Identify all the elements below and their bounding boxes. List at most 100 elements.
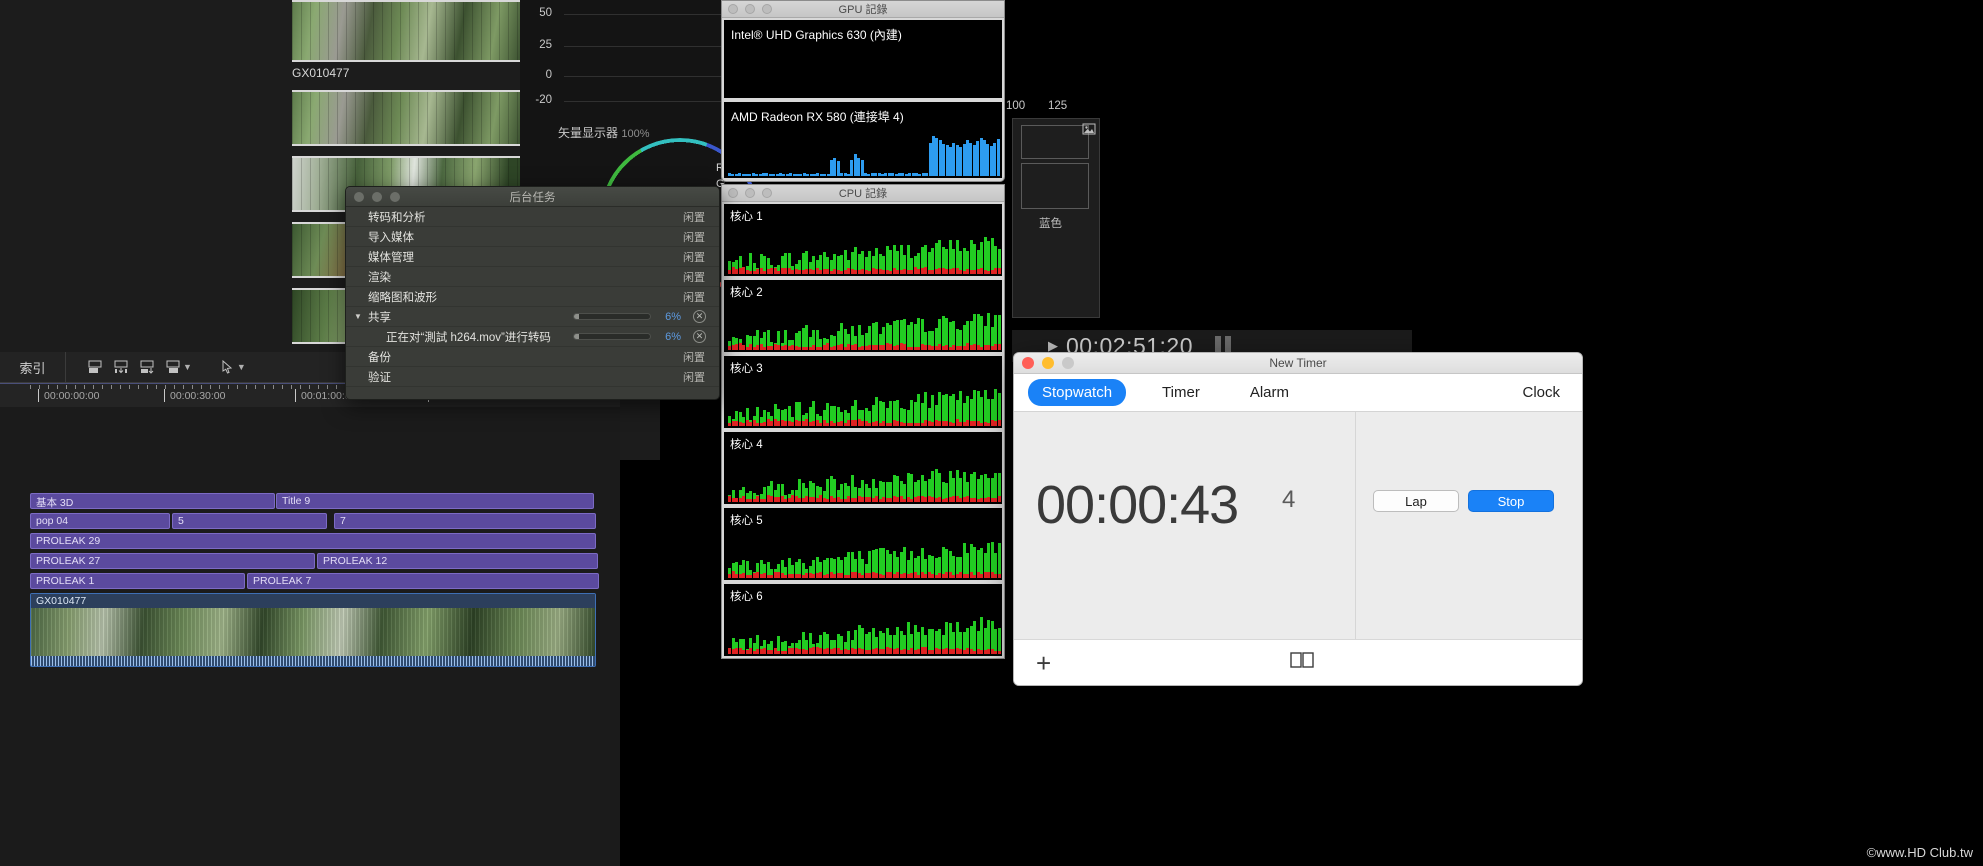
window-controls[interactable]: [728, 188, 772, 198]
timeline-clip[interactable]: PROLEAK 12: [317, 553, 598, 569]
cpu-core-label: 核心 5: [730, 512, 763, 528]
background-task-row[interactable]: 渲染闲置: [346, 267, 719, 287]
timeline-clip[interactable]: PROLEAK 27: [30, 553, 315, 569]
scope-tick: 125: [1048, 100, 1067, 112]
gpu-bars: [728, 46, 998, 96]
timeline-clip[interactable]: PROLEAK 7: [247, 573, 599, 589]
background-task-state: 闲置: [683, 209, 705, 225]
background-task-row[interactable]: 缩略图和波形闲置: [346, 287, 719, 307]
thumbnail-item[interactable]: GX010477: [292, 0, 524, 80]
waveform-tick: 0: [518, 69, 552, 81]
timeline-video-clip[interactable]: GX010477: [30, 593, 596, 667]
background-task-row[interactable]: 验证闲置: [346, 367, 719, 387]
stop-button[interactable]: Stop: [1468, 490, 1554, 512]
cpu-window-titlebar[interactable]: CPU 記錄: [722, 185, 1004, 202]
cpu-core-bars: [728, 298, 998, 350]
cpu-core-list: 核心 1核心 2核心 3核心 4核心 5核心 6: [722, 202, 1004, 658]
insert-icon[interactable]: [108, 352, 134, 383]
background-tasks-list[interactable]: 转码和分析闲置导入媒体闲置媒体管理闲置渲染闲置缩略图和波形闲置▼共享6%✕正在对…: [346, 207, 719, 387]
cpu-system-bar: [998, 344, 1001, 350]
background-tasks-titlebar[interactable]: 后台任务: [346, 187, 719, 207]
cancel-task-icon[interactable]: ✕: [693, 310, 706, 323]
gpu-pane-intel: Intel® UHD Graphics 630 (內建): [722, 18, 1004, 100]
thumbnail-item[interactable]: [292, 90, 524, 146]
timeline-clip[interactable]: PROLEAK 29: [30, 533, 596, 549]
cpu-core-bars: [728, 374, 998, 426]
background-task-percent: 6%: [665, 311, 681, 323]
background-task-label: 转码和分析: [368, 209, 426, 225]
gpu-name: Intel® UHD Graphics 630 (內建): [731, 26, 902, 43]
disclosure-triangle-icon[interactable]: ▼: [354, 312, 362, 321]
cpu-window-title: CPU 記錄: [839, 185, 887, 201]
gpu-window-titlebar[interactable]: GPU 記錄: [722, 1, 1004, 18]
background-task-label: 缩略图和波形: [368, 289, 437, 305]
timeline-clip[interactable]: Title 9: [276, 493, 594, 509]
close-icon[interactable]: [1022, 357, 1034, 369]
cpu-core-pane: 核心 2: [722, 278, 1004, 354]
window-controls[interactable]: [728, 4, 772, 14]
thumbnail-filmstrip[interactable]: [292, 90, 524, 146]
background-task-row[interactable]: ▼共享6%✕: [346, 307, 719, 327]
ruler-label: 00:00:00:00: [44, 390, 99, 402]
gpu-history-window[interactable]: GPU 記錄 Intel® UHD Graphics 630 (內建) AMD …: [721, 0, 1005, 182]
color-swatch[interactable]: [1021, 163, 1089, 209]
timeline-clip[interactable]: PROLEAK 1: [30, 573, 245, 589]
zoom-icon[interactable]: [1062, 357, 1074, 369]
cpu-history-window[interactable]: CPU 記錄 核心 1核心 2核心 3核心 4核心 5核心 6: [721, 184, 1005, 659]
cpu-core-bars: [728, 526, 998, 578]
stopwatch-titlebar[interactable]: New Timer: [1014, 353, 1582, 374]
timeline-audio-waveform: [31, 656, 595, 666]
color-panel[interactable]: 蓝色: [1012, 118, 1100, 318]
background-task-row[interactable]: 备份闲置: [346, 347, 719, 367]
window-controls[interactable]: [354, 192, 400, 202]
background-task-row[interactable]: 媒体管理闲置: [346, 247, 719, 267]
background-task-state: 闲置: [683, 249, 705, 265]
stopwatch-window[interactable]: New Timer Stopwatch Timer Alarm Clock 00…: [1013, 352, 1583, 686]
timeline-clip[interactable]: 7: [334, 513, 596, 529]
background-tasks-window[interactable]: 后台任务 转码和分析闲置导入媒体闲置媒体管理闲置渲染闲置缩略图和波形闲置▼共享6…: [345, 186, 720, 400]
append-icon[interactable]: [82, 352, 108, 383]
background-task-row[interactable]: 导入媒体闲置: [346, 227, 719, 247]
tab-alarm[interactable]: Alarm: [1236, 379, 1303, 406]
thumbnail-filmstrip[interactable]: [292, 0, 524, 62]
tab-stopwatch[interactable]: Stopwatch: [1028, 379, 1126, 406]
gpu-pane-amd: AMD Radeon RX 580 (連接埠 4): [722, 100, 1004, 180]
image-icon[interactable]: [1082, 122, 1096, 136]
cancel-task-icon[interactable]: ✕: [693, 330, 706, 343]
waveform-tick: 50: [518, 7, 552, 19]
cpu-core-pane: 核心 4: [722, 430, 1004, 506]
cpu-system-bar: [998, 420, 1001, 426]
ruler-label: 00:00:30:00: [170, 390, 225, 402]
window-controls[interactable]: [1022, 357, 1074, 369]
timeline-clip[interactable]: 基本 3D: [30, 493, 275, 509]
chevron-down-icon[interactable]: ▼: [237, 362, 246, 372]
background-task-label: 渲染: [368, 269, 391, 285]
background-task-row[interactable]: 正在对“測試 h264.mov”进行转码6%✕: [346, 327, 719, 347]
cpu-core-label: 核心 1: [730, 208, 763, 224]
lap-button[interactable]: Lap: [1373, 490, 1459, 512]
minimize-icon[interactable]: [1042, 357, 1054, 369]
index-button[interactable]: 索引: [0, 352, 66, 383]
cpu-core-bars: [728, 602, 998, 654]
cpu-system-bar: [998, 496, 1001, 502]
timeline-clip[interactable]: 5: [172, 513, 327, 529]
book-icon[interactable]: [1290, 651, 1314, 674]
overwrite-icon[interactable]: [134, 352, 160, 383]
background-tasks-title: 后台任务: [510, 189, 556, 205]
stopwatch-fraction: 4: [1282, 486, 1295, 514]
stopwatch-window-title: New Timer: [1269, 356, 1326, 370]
timeline-tracks[interactable]: 基本 3D Title 9 pop 04 5 7 PROLEAK 29 PROL…: [0, 407, 620, 866]
timeline-clip[interactable]: pop 04: [30, 513, 170, 529]
stopwatch-footer[interactable]: +: [1014, 639, 1583, 685]
stopwatch-tabbar[interactable]: Stopwatch Timer Alarm Clock: [1014, 374, 1582, 412]
tab-timer[interactable]: Timer: [1148, 379, 1214, 406]
color-swatch[interactable]: [1021, 125, 1089, 159]
clock-button[interactable]: Clock: [1522, 384, 1568, 401]
waveform-grid: 50 25 0 -20: [520, 0, 724, 120]
background-task-state: 闲置: [683, 229, 705, 245]
background-task-row[interactable]: 转码和分析 闲置: [346, 207, 719, 227]
plus-icon[interactable]: +: [1036, 650, 1051, 676]
chevron-down-icon[interactable]: ▼: [183, 362, 192, 372]
timeline-panel[interactable]: 索引 ▼ ▼ 00:00:00:00 00:00:30:00 00:01:00:…: [0, 352, 620, 866]
background-task-label: 正在对“測試 h264.mov”进行转码: [386, 329, 551, 345]
